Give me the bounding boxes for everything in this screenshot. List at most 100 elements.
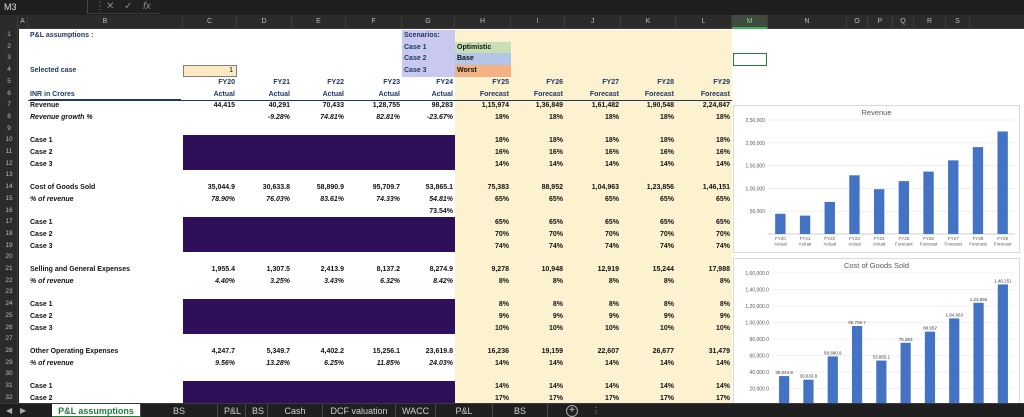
sheet-tab-p-l-source[interactable]: P&L Source — [436, 404, 493, 417]
table-cell[interactable]: 74.33% — [348, 195, 400, 205]
bar[interactable] — [876, 360, 887, 403]
column-header-c[interactable]: C — [183, 15, 237, 29]
column-header-b[interactable]: B — [28, 15, 183, 29]
table-cell[interactable]: 18% — [513, 113, 563, 123]
table-cell[interactable]: 70% — [678, 230, 730, 240]
table-cell[interactable]: 30,633.8 — [239, 183, 290, 193]
table-cell[interactable]: 18% — [678, 136, 730, 146]
table-cell[interactable]: 53,865.1 — [404, 183, 453, 193]
table-cell[interactable]: 9,278 — [457, 265, 509, 275]
row-header-18[interactable]: 18 — [0, 228, 18, 240]
table-cell[interactable]: 3.25% — [239, 277, 290, 287]
column-header-i[interactable]: I — [511, 15, 565, 29]
table-cell[interactable]: 18% — [457, 136, 509, 146]
sheet-tab-wacc[interactable]: WACC — [396, 404, 436, 417]
table-cell[interactable]: 76.03% — [239, 195, 290, 205]
table-cell[interactable]: 1,61,482 — [567, 101, 619, 111]
bar[interactable] — [803, 379, 814, 403]
table-cell[interactable]: 8% — [678, 277, 730, 287]
table-cell[interactable]: 1,04,963 — [567, 183, 619, 193]
bar[interactable] — [873, 189, 885, 234]
select-all-corner[interactable] — [0, 15, 18, 29]
table-cell[interactable]: 18% — [457, 113, 509, 123]
column-header-h[interactable]: H — [455, 15, 511, 29]
table-cell[interactable]: 8% — [457, 277, 509, 287]
table-cell[interactable]: 16% — [457, 148, 509, 158]
spreadsheet-grid[interactable]: P&L assumptions : Selected case 1 Scenarios… — [19, 29, 1024, 403]
table-cell[interactable]: 40,291 — [239, 101, 290, 111]
table-cell[interactable]: 14% — [678, 359, 730, 369]
table-cell[interactable]: 1,955.4 — [185, 265, 235, 275]
table-cell[interactable]: 16% — [678, 148, 730, 158]
sheet-tab-dcf-valuation[interactable]: DCF valuation — [323, 404, 396, 417]
table-cell[interactable]: 17% — [567, 394, 619, 403]
column-header-l[interactable]: L — [676, 15, 732, 29]
table-cell[interactable]: 2,413.9 — [294, 265, 344, 275]
table-cell[interactable]: 75,383 — [457, 183, 509, 193]
table-cell[interactable]: 16% — [567, 148, 619, 158]
column-header-p[interactable]: P — [868, 15, 893, 29]
table-cell[interactable]: 9% — [457, 312, 509, 322]
row-header-8[interactable]: 8 — [0, 111, 18, 123]
next-sheet-icon[interactable]: ▶ — [20, 404, 26, 417]
table-cell[interactable]: 16% — [623, 148, 674, 158]
row-header-19[interactable]: 19 — [0, 240, 18, 252]
table-cell[interactable]: 14% — [567, 359, 619, 369]
more-icon[interactable]: ⋮ — [95, 0, 105, 14]
table-cell[interactable]: 4,247.7 — [185, 347, 235, 357]
table-cell[interactable]: 15,256.1 — [348, 347, 400, 357]
table-cell[interactable]: 9.56% — [185, 359, 235, 369]
table-cell[interactable]: 58,890.9 — [294, 183, 344, 193]
table-cell[interactable]: 74.81% — [294, 113, 344, 123]
row-header-20[interactable]: 20 — [0, 251, 18, 263]
table-cell[interactable]: 1,36,849 — [513, 101, 563, 111]
row-header-17[interactable]: 17 — [0, 216, 18, 228]
row-header-24[interactable]: 24 — [0, 298, 18, 310]
table-cell[interactable]: 23,619.8 — [404, 347, 453, 357]
table-cell[interactable]: 8% — [513, 300, 563, 310]
table-cell[interactable]: 1,15,974 — [457, 101, 509, 111]
row-header-10[interactable]: 10 — [0, 134, 18, 146]
row-header-1[interactable]: 1 — [0, 29, 18, 41]
column-header-g[interactable]: G — [402, 15, 455, 29]
more-sheets-icon[interactable]: ⋮ — [592, 404, 600, 417]
row-header-5[interactable]: 5 — [0, 76, 18, 88]
table-cell[interactable]: 70% — [623, 230, 674, 240]
bar[interactable] — [948, 160, 959, 234]
bar[interactable] — [973, 302, 984, 403]
row-header-31[interactable]: 31 — [0, 380, 18, 392]
table-cell[interactable]: 13.28% — [239, 359, 290, 369]
table-cell[interactable]: 18% — [567, 136, 619, 146]
table-cell[interactable]: 14% — [623, 160, 674, 170]
row-header-4[interactable]: 4 — [0, 64, 18, 76]
table-cell[interactable]: 4.40% — [185, 277, 235, 287]
table-cell[interactable]: 18% — [623, 113, 674, 123]
row-header-13[interactable]: 13 — [0, 169, 18, 181]
table-cell[interactable]: 65% — [623, 195, 674, 205]
table-cell[interactable]: 35,044.9 — [185, 183, 235, 193]
row-header-16[interactable]: 16 — [0, 205, 18, 217]
table-cell[interactable]: 74% — [623, 242, 674, 252]
table-cell[interactable]: 8% — [457, 300, 509, 310]
bar[interactable] — [799, 215, 811, 234]
table-cell[interactable]: 14% — [513, 382, 563, 392]
table-cell[interactable]: 18% — [567, 113, 619, 123]
selected-case-input[interactable]: 1 — [183, 65, 237, 77]
table-cell[interactable]: 82.81% — [348, 113, 400, 123]
table-cell[interactable]: 1,23,856 — [623, 183, 674, 193]
row-header-29[interactable]: 29 — [0, 357, 18, 369]
cogs-chart[interactable]: Cost of Goods Sold 20,000.0 40,000.0 60,000… — [733, 258, 1020, 403]
table-cell[interactable]: 18% — [513, 136, 563, 146]
active-cell-selection[interactable] — [733, 52, 767, 66]
table-cell[interactable]: 78.90% — [185, 195, 235, 205]
row-header-3[interactable]: 3 — [0, 52, 18, 64]
bar[interactable] — [997, 284, 1008, 403]
table-cell[interactable]: 10% — [567, 324, 619, 334]
row-header-22[interactable]: 22 — [0, 275, 18, 287]
bar[interactable] — [898, 181, 910, 234]
table-cell[interactable]: 1,307.5 — [239, 265, 290, 275]
column-header-e[interactable]: E — [292, 15, 346, 29]
bar[interactable] — [900, 342, 911, 403]
table-cell[interactable]: 14% — [623, 359, 674, 369]
column-header-r[interactable]: R — [914, 15, 946, 29]
